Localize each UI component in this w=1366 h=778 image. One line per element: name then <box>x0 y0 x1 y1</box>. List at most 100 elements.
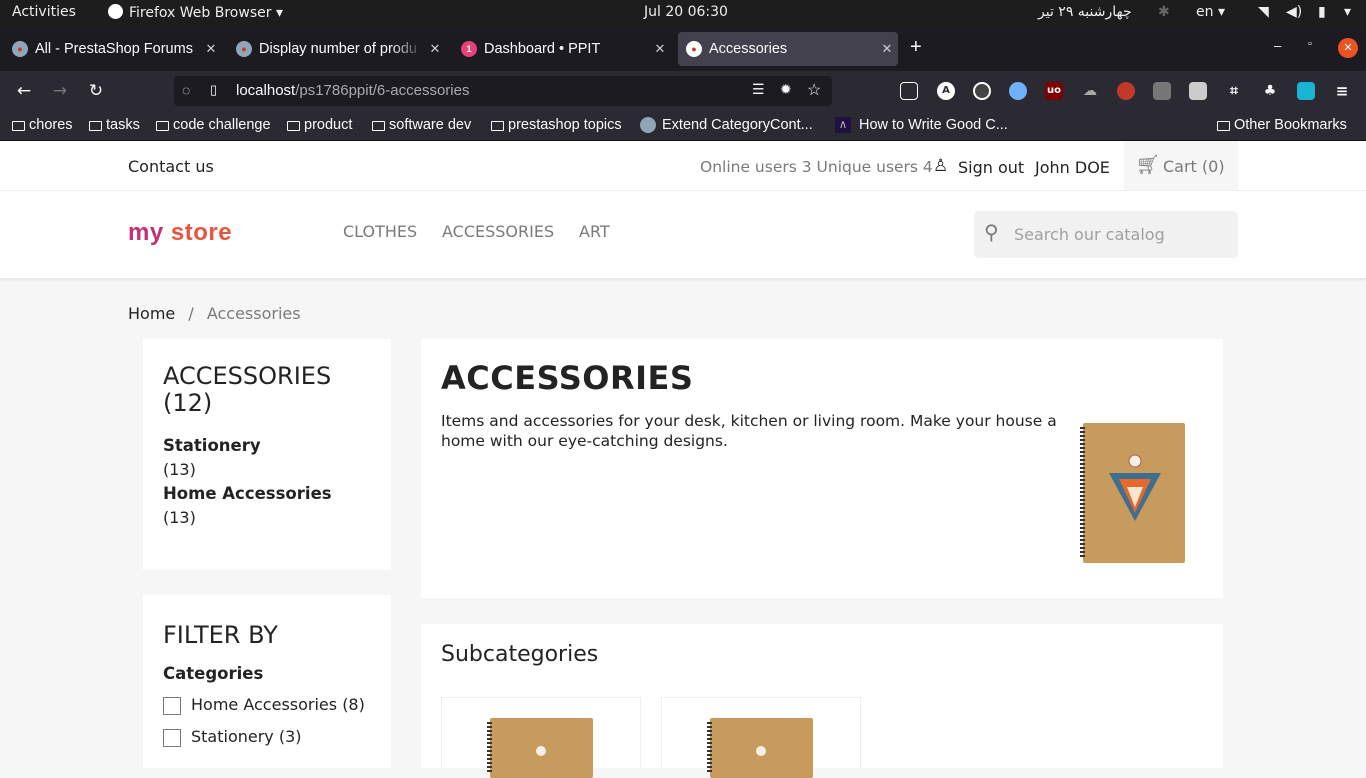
shopping-cart-icon: 🛒︎ <box>1136 154 1161 176</box>
extension-icon[interactable] <box>1189 82 1207 100</box>
filter-option-home-accessories[interactable]: Home Accessories (8) <box>163 695 365 715</box>
extension-icon[interactable] <box>973 82 991 100</box>
url-path: /ps1786ppit/6-accessories <box>295 82 470 99</box>
subcategory-image <box>487 718 593 778</box>
maximize-icon[interactable]: ▫ <box>1308 38 1312 50</box>
account-icon[interactable]: A <box>937 82 955 100</box>
new-tab-icon[interactable]: + <box>910 36 922 59</box>
reload-icon[interactable]: ↻ <box>84 79 108 103</box>
star-icon[interactable]: ☆ <box>807 80 821 100</box>
bookmark-folder[interactable]: product <box>287 117 352 133</box>
bookmark-link[interactable]: /\ How to Write Good C... <box>835 117 1008 133</box>
back-icon[interactable]: ← <box>12 79 36 103</box>
bookmark-folder[interactable]: prestashop topics <box>491 117 622 133</box>
subcategory-card-home-accessories[interactable] <box>441 697 641 778</box>
reader-view-icon[interactable]: ☰ <box>752 81 765 98</box>
category-cover-image <box>1080 423 1185 563</box>
facets-filter: FILTER BY Categories Home Accessories (8… <box>143 595 391 768</box>
breadcrumb-current: Accessories <box>206 304 301 323</box>
search-widget[interactable]: ⚲ Search our catalog <box>974 211 1238 258</box>
address-bar[interactable]: ◌ ▯ localhost/ps1786ppit/6-accessories ☰… <box>174 76 832 106</box>
tab-display-number[interactable]: ● Display number of produ ✕ <box>228 32 446 66</box>
mail-icon[interactable] <box>1153 82 1171 100</box>
tab-prestashop-forums[interactable]: ● All - PrestaShop Forums ✕ <box>4 32 222 66</box>
menu-art[interactable]: ART <box>579 222 610 241</box>
minimize-icon[interactable]: – <box>1274 38 1281 53</box>
nav-bar: ← → ↻ ◌ ▯ localhost/ps1786ppit/6-accesso… <box>0 71 1366 111</box>
activities-button[interactable]: Activities <box>12 4 76 20</box>
pocket-icon[interactable] <box>900 82 918 100</box>
chevron-down-icon[interactable]: ▾ <box>1344 4 1351 20</box>
bookmarks-bar: chores tasks code challenge product soft… <box>0 111 1366 141</box>
language-selector[interactable]: en ▾ <box>1196 4 1225 20</box>
url-text[interactable]: localhost/ps1786ppit/6-accessories <box>236 82 469 99</box>
category-tree-title[interactable]: ACCESSORIES (12) <box>163 363 331 417</box>
close-icon[interactable]: ✕ <box>876 41 898 57</box>
crop-icon[interactable]: ⌗ <box>1225 82 1243 100</box>
cloud-icon[interactable]: ☁ <box>1081 82 1099 100</box>
logo-word: my <box>128 219 164 246</box>
other-bookmarks[interactable]: Other Bookmarks <box>1217 117 1347 133</box>
subcategory-home-accessories[interactable]: Home Accessories <box>163 484 332 503</box>
tab-accessories[interactable]: ● Accessories ✕ <box>678 32 898 66</box>
page-content: Contact us Online users 3 Unique users 4… <box>0 141 1366 778</box>
bookmark-folder[interactable]: code challenge <box>156 117 271 133</box>
bookmark-folder[interactable]: tasks <box>89 117 140 133</box>
close-icon[interactable]: ✕ <box>200 41 222 57</box>
menu-accessories[interactable]: ACCESSORIES <box>442 222 554 241</box>
app-menu[interactable]: Firefox Web Browser ▾ <box>108 4 283 21</box>
tab-label: Display number of produ <box>259 41 417 57</box>
bluetooth-icon[interactable]: ✱ <box>1158 4 1170 20</box>
customer-account-link[interactable]: John DOE <box>1035 158 1110 177</box>
folder-icon <box>89 121 102 131</box>
window-close-icon[interactable]: ✕ <box>1338 38 1358 58</box>
gnome-icon[interactable]: ♣ <box>1261 82 1279 100</box>
user-icon[interactable]: ♙ <box>933 156 948 176</box>
battery-icon[interactable]: ▮ <box>1318 4 1326 20</box>
checkbox[interactable] <box>163 728 181 747</box>
bookmark-label: software dev <box>389 117 472 133</box>
bookmark-label: tasks <box>106 117 140 133</box>
subcategory-stationery[interactable]: Stationery <box>163 436 261 455</box>
search-icon[interactable]: ⚲ <box>984 220 999 244</box>
bookmark-folder[interactable]: chores <box>12 117 73 133</box>
firefox-icon <box>108 4 123 19</box>
category-description: Items and accessories for your desk, kit… <box>441 412 1057 450</box>
star-icon <box>756 746 766 756</box>
ublock-icon[interactable]: uo <box>1045 82 1063 100</box>
folder-icon <box>1217 121 1230 131</box>
bookmark-folder[interactable]: software dev <box>372 117 471 133</box>
search-input[interactable]: Search our catalog <box>1014 225 1165 244</box>
contact-us-link[interactable]: Contact us <box>128 157 214 176</box>
online-users-text: Online users 3 Unique users 4 <box>700 158 933 176</box>
bug-icon[interactable]: ✹ <box>780 81 792 98</box>
bookmark-link[interactable]: Extend CategoryCont... <box>640 117 813 133</box>
sign-out-link[interactable]: Sign out <box>958 158 1024 177</box>
checkbox[interactable] <box>163 696 181 715</box>
menu-icon[interactable]: ≡ <box>1333 82 1351 100</box>
extension-icon[interactable] <box>1297 82 1315 100</box>
logo-word: store <box>170 219 233 246</box>
star-icon <box>536 746 546 756</box>
cart-button[interactable]: 🛒︎ Cart (0) <box>1124 141 1238 190</box>
close-icon[interactable]: ✕ <box>424 41 446 57</box>
menu-clothes[interactable]: CLOTHES <box>343 222 417 241</box>
close-icon[interactable]: ✕ <box>649 41 671 57</box>
prestashop-icon: ● <box>12 41 28 57</box>
shield-icon[interactable]: ◌ <box>182 82 190 98</box>
folder-icon <box>12 121 25 131</box>
url-host: localhost <box>236 82 296 99</box>
filter-option-stationery[interactable]: Stationery (3) <box>163 727 302 747</box>
extension-icon[interactable] <box>1009 82 1027 100</box>
page-icon[interactable]: ▯ <box>210 82 217 98</box>
prestashop-icon: ● <box>236 41 252 57</box>
wifi-icon[interactable]: ◥ <box>1258 4 1269 20</box>
subcategory-card-stationery[interactable] <box>661 697 861 778</box>
forward-icon[interactable]: → <box>48 79 72 103</box>
extension-icon[interactable] <box>1117 82 1135 100</box>
breadcrumb-home[interactable]: Home <box>128 304 175 323</box>
volume-icon[interactable]: ◀) <box>1286 4 1302 20</box>
clock[interactable]: Jul 20 06:30 <box>644 4 728 20</box>
tab-dashboard[interactable]: 1 Dashboard • PPIT ✕ <box>453 32 671 66</box>
store-logo[interactable]: my store <box>128 219 232 247</box>
